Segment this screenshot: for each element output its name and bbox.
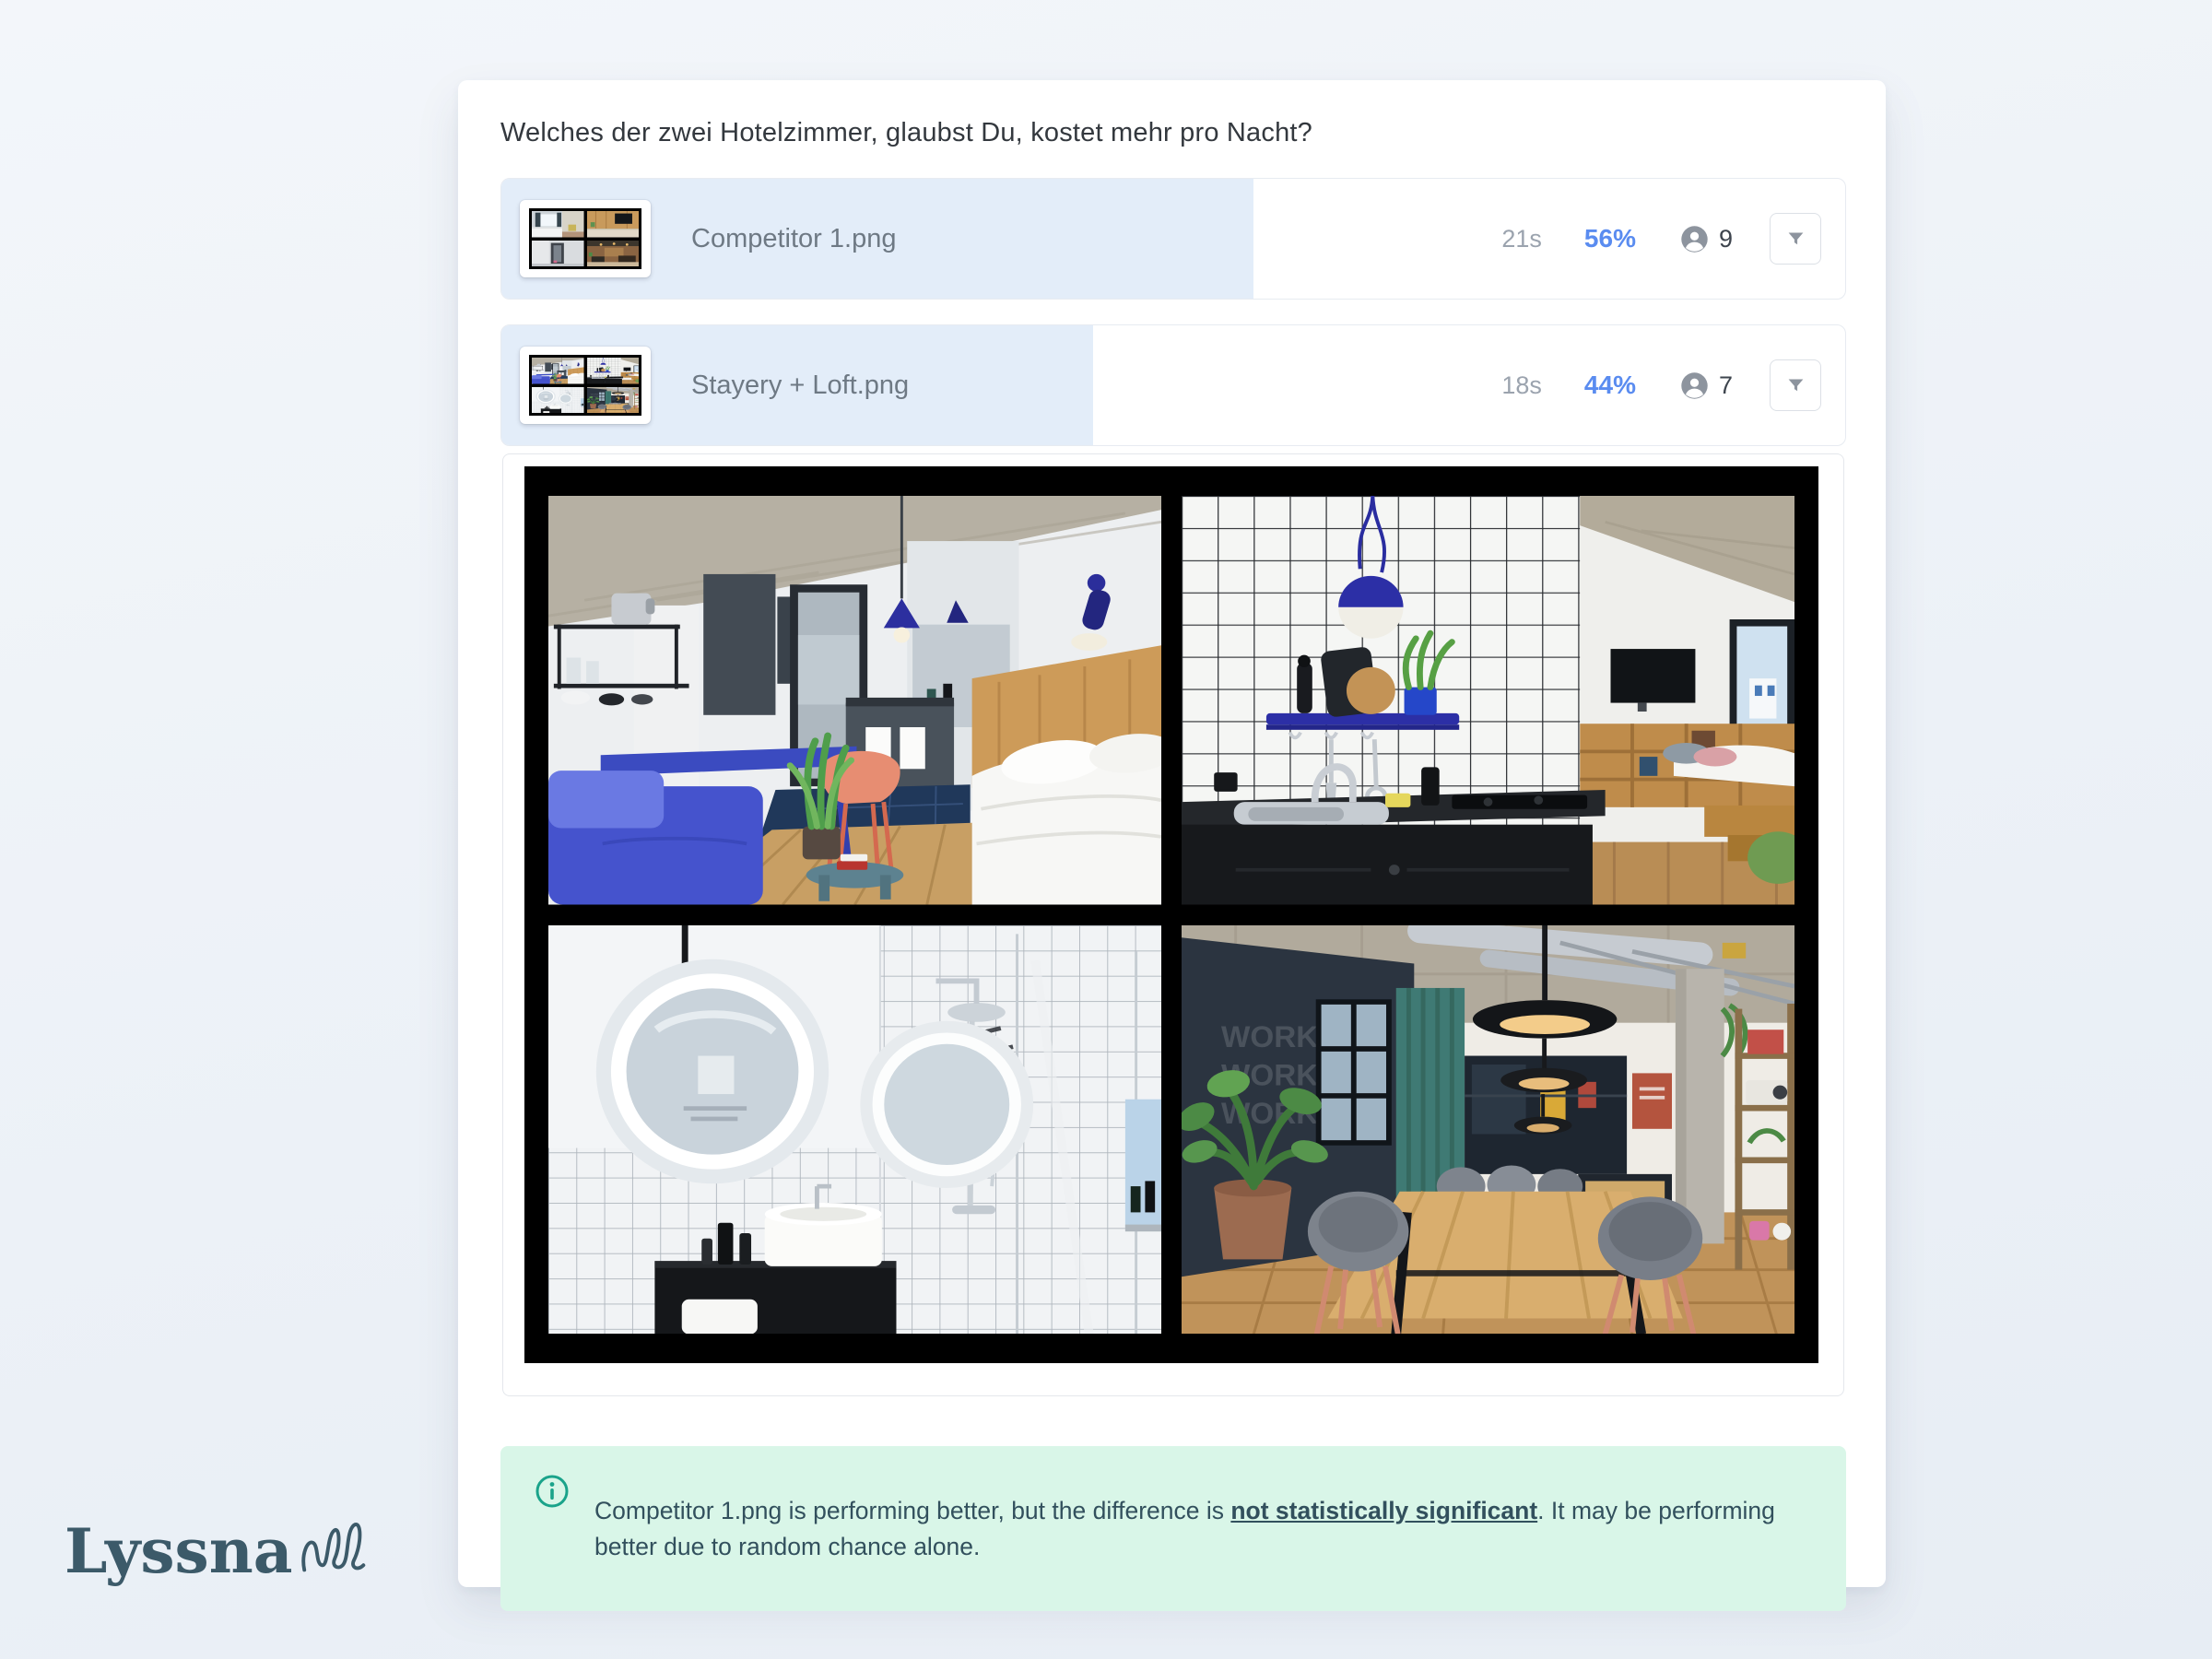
respondent-number: 7 [1719,371,1733,400]
lyssna-logo: Lyssna [65,1519,371,1582]
avg-time: 21s [1501,225,1542,253]
respondent-count: 7 [1680,371,1733,400]
page-background: Welches der zwei Hotelzimmer, glaubst Du… [0,0,2212,1659]
percent-value: 56% [1584,224,1636,253]
person-icon [1680,225,1709,253]
thumb-photo-bathroom [532,241,584,267]
photo-coworking-space [1182,925,1794,1335]
thumb-photo-kitchen [587,358,640,384]
avg-time: 18s [1501,371,1542,400]
thumb-photo-coworking [587,387,640,414]
photo-collage [524,466,1818,1363]
lyssna-logo-text: Lyssna [65,1521,292,1582]
option-thumbnail[interactable] [520,200,651,277]
funnel-icon [1786,376,1806,395]
filter-button[interactable] [1770,213,1821,265]
option-image-preview [502,453,1844,1396]
option-label: Stayery + Loft.png [691,371,909,401]
person-icon [1680,371,1709,400]
note-text: Competitor 1.png is performing better, b… [594,1493,1811,1565]
option-row-competitor[interactable]: Competitor 1.png 21s 56% 9 [500,178,1846,300]
filter-button[interactable] [1770,359,1821,411]
thumb-photo-studio [532,358,584,384]
percent-value: 44% [1584,371,1636,400]
option-thumbnail[interactable] [520,347,651,424]
respondent-count: 9 [1680,225,1733,253]
photo-kitchen [1182,496,1794,905]
significance-note: Competitor 1.png is performing better, b… [500,1446,1846,1611]
note-file-name: Competitor 1.png [594,1497,782,1524]
thumb-photo-lounge [587,241,640,267]
thumb-photo-bathroom [532,387,584,414]
funnel-icon [1786,229,1806,249]
photo-bathroom [548,925,1161,1335]
thumbnail-collage [529,355,641,416]
info-icon [534,1473,571,1510]
thumb-photo-bedroom [532,211,584,238]
thumbnail-collage [529,208,641,269]
note-highlight: not statistically significant [1230,1497,1537,1524]
lyssna-squiggle-icon [300,1519,371,1578]
option-row-stayery[interactable]: Stayery + Loft.png 18s 44% 7 [500,324,1846,446]
option-label: Competitor 1.png [691,224,896,254]
photo-studio-room [548,496,1161,905]
respondent-number: 9 [1719,225,1733,253]
results-card: Welches der zwei Hotelzimmer, glaubst Du… [458,80,1886,1587]
question-text: Welches der zwei Hotelzimmer, glaubst Du… [500,118,1312,148]
thumb-photo-tv-wall [587,211,640,238]
